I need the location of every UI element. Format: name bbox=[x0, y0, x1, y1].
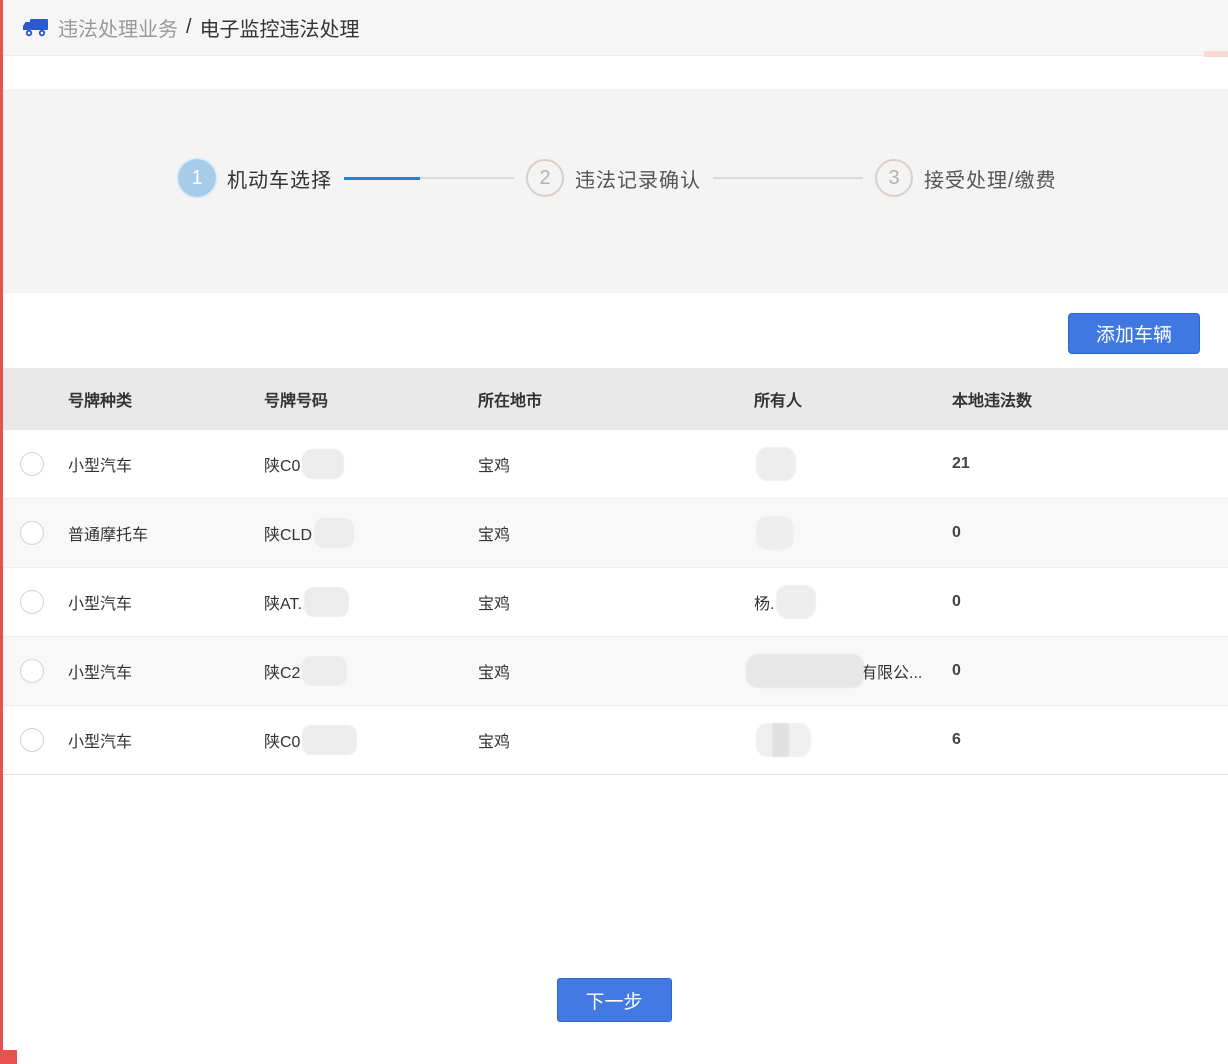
redacted-plate bbox=[302, 725, 357, 755]
table-toolbar: 添加车辆 bbox=[0, 293, 1228, 354]
cell-violations: 21 bbox=[952, 455, 1228, 473]
plate-prefix: 陕C0 bbox=[264, 452, 300, 476]
row-radio[interactable] bbox=[20, 452, 44, 476]
step-connector-1 bbox=[344, 177, 514, 180]
redacted-plate bbox=[302, 449, 344, 479]
cell-violations: 0 bbox=[952, 524, 1228, 542]
row-radio[interactable] bbox=[20, 659, 44, 683]
truck-icon bbox=[22, 17, 49, 38]
header-plate-type: 号牌种类 bbox=[68, 387, 264, 411]
header-plate-number: 号牌号码 bbox=[264, 387, 478, 411]
next-step-button[interactable]: 下一步 bbox=[557, 978, 672, 1022]
step-2-label: 违法记录确认 bbox=[575, 164, 701, 193]
cell-owner bbox=[754, 447, 952, 481]
header-owner: 所有人 bbox=[754, 387, 952, 411]
table-header-row: 号牌种类 号牌号码 所在地市 所有人 本地违法数 bbox=[0, 368, 1228, 430]
step-3-label: 接受处理/缴费 bbox=[924, 164, 1057, 193]
header-violations: 本地违法数 bbox=[952, 387, 1228, 411]
plate-prefix: 陕CLD bbox=[264, 521, 312, 545]
owner-prefix: 杨. bbox=[754, 590, 774, 614]
table-row[interactable]: 小型汽车 陕C0 宝鸡 6 bbox=[0, 706, 1228, 775]
add-vehicle-button[interactable]: 添加车辆 bbox=[1068, 313, 1200, 354]
plate-prefix: 陕C2 bbox=[264, 659, 300, 683]
redacted-plate bbox=[304, 587, 349, 617]
cell-city: 宝鸡 bbox=[478, 521, 754, 545]
footer: 下一步 bbox=[0, 978, 1228, 1022]
cell-violations: 6 bbox=[952, 731, 1228, 749]
plate-prefix: 陕AT. bbox=[264, 590, 302, 614]
redacted-owner bbox=[756, 516, 794, 550]
breadcrumb: 违法处理业务 / 电子监控违法处理 bbox=[0, 0, 1228, 56]
cell-plate-type: 普通摩托车 bbox=[68, 521, 264, 545]
cell-plate-number: 陕AT. bbox=[264, 587, 478, 617]
table-row[interactable]: 小型汽车 陕C2 宝鸡 有限公... 0 bbox=[0, 637, 1228, 706]
cell-violations: 0 bbox=[952, 662, 1228, 680]
stepper-panel: 1 机动车选择 2 违法记录确认 3 接受处理/缴费 bbox=[0, 89, 1228, 293]
cell-owner bbox=[754, 516, 952, 550]
cell-violations: 0 bbox=[952, 593, 1228, 611]
cell-city: 宝鸡 bbox=[478, 590, 754, 614]
window-edge-accent bbox=[0, 0, 3, 1064]
step-2-circle: 2 bbox=[526, 159, 564, 197]
row-radio[interactable] bbox=[20, 728, 44, 752]
redacted-owner bbox=[776, 585, 816, 619]
cell-plate-number: 陕CLD bbox=[264, 518, 478, 548]
step-1-label: 机动车选择 bbox=[227, 164, 332, 193]
step-connector-2 bbox=[713, 177, 863, 179]
cell-owner: 有限公... bbox=[754, 654, 952, 688]
stepper: 1 机动车选择 2 违法记录确认 3 接受处理/缴费 bbox=[178, 159, 1228, 197]
row-radio[interactable] bbox=[20, 590, 44, 614]
cell-city: 宝鸡 bbox=[478, 659, 754, 683]
redacted-plate bbox=[314, 518, 354, 548]
scrollbar-artifact bbox=[1204, 51, 1228, 57]
table-row[interactable]: 小型汽车 陕C0 宝鸡 21 bbox=[0, 430, 1228, 499]
cell-plate-number: 陕C0 bbox=[264, 725, 478, 755]
redacted-owner bbox=[756, 447, 796, 481]
redacted-owner bbox=[756, 723, 811, 757]
cell-owner: 杨. bbox=[754, 585, 952, 619]
owner-suffix: 有限公... bbox=[861, 659, 922, 683]
redacted-owner bbox=[746, 654, 864, 688]
cell-city: 宝鸡 bbox=[478, 452, 754, 476]
window-corner-accent bbox=[0, 1050, 17, 1064]
cell-plate-number: 陕C2 bbox=[264, 656, 478, 686]
step-1-circle: 1 bbox=[178, 159, 216, 197]
cell-owner bbox=[754, 723, 952, 757]
breadcrumb-current: 电子监控违法处理 bbox=[200, 13, 360, 42]
cell-plate-number: 陕C0 bbox=[264, 449, 478, 479]
redacted-plate bbox=[302, 656, 347, 686]
step-3-circle: 3 bbox=[875, 159, 913, 197]
cell-city: 宝鸡 bbox=[478, 728, 754, 752]
breadcrumb-section[interactable]: 违法处理业务 bbox=[58, 13, 178, 42]
header-city: 所在地市 bbox=[478, 387, 754, 411]
cell-plate-type: 小型汽车 bbox=[68, 590, 264, 614]
cell-plate-type: 小型汽车 bbox=[68, 728, 264, 752]
table-row[interactable]: 普通摩托车 陕CLD 宝鸡 0 bbox=[0, 499, 1228, 568]
cell-plate-type: 小型汽车 bbox=[68, 659, 264, 683]
vehicle-table: 号牌种类 号牌号码 所在地市 所有人 本地违法数 小型汽车 陕C0 宝鸡 21 … bbox=[0, 368, 1228, 775]
table-row[interactable]: 小型汽车 陕AT. 宝鸡 杨. 0 bbox=[0, 568, 1228, 637]
plate-prefix: 陕C0 bbox=[264, 728, 300, 752]
row-radio[interactable] bbox=[20, 521, 44, 545]
cell-plate-type: 小型汽车 bbox=[68, 452, 264, 476]
breadcrumb-separator: / bbox=[186, 16, 192, 39]
